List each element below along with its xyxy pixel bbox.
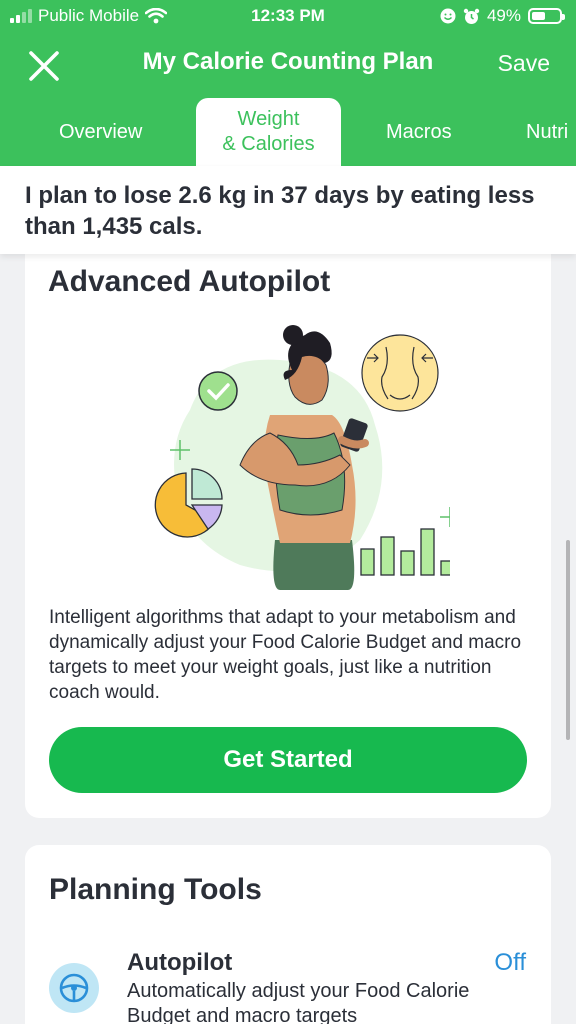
check-badge-icon <box>198 371 238 411</box>
waist-measure-icon <box>361 334 439 412</box>
planning-tools-title: Planning Tools <box>49 873 262 906</box>
steering-wheel-icon <box>49 963 99 1013</box>
tab-macros[interactable]: Macros <box>386 121 452 144</box>
smiley-icon <box>440 8 456 24</box>
advanced-autopilot-card: Advanced Autopilot Intelligent algorithm… <box>25 240 551 818</box>
autopilot-illustration <box>154 325 450 590</box>
get-started-button[interactable]: Get Started <box>49 727 527 793</box>
tab-nutrients[interactable]: Nutri <box>526 121 568 144</box>
bar-chart-icon <box>360 528 450 576</box>
tool-name: Autopilot <box>127 949 233 976</box>
alarm-icon <box>463 8 480 24</box>
plan-summary: I plan to lose 2.6 kg in 37 days by eati… <box>0 166 576 254</box>
battery-percent: 49% <box>486 6 521 25</box>
advanced-autopilot-title: Advanced Autopilot <box>48 265 331 298</box>
battery-fill <box>532 12 545 20</box>
scrollbar[interactable] <box>566 540 570 740</box>
battery-icon <box>528 8 565 24</box>
autopilot-toggle[interactable]: Off <box>494 949 526 977</box>
status-right: 49% <box>440 6 565 26</box>
autopilot-description: Intelligent algorithms that adapt to you… <box>49 607 522 703</box>
tab-weight-label-line1: Weight <box>237 108 300 130</box>
status-bar: Public Mobile 12:33 PM 49% <box>0 0 576 34</box>
tab-weight-calories[interactable]: Weight & Calories <box>196 98 341 167</box>
save-button[interactable]: Save <box>498 50 550 77</box>
planning-tools-card: Planning Tools Autopilot Automatically a… <box>25 845 551 1024</box>
tool-description: Automatically adjust your Food Calorie B… <box>127 980 470 1024</box>
tool-row-autopilot[interactable]: Autopilot Automatically adjust your Food… <box>25 945 551 1024</box>
page-title: My Calorie Counting Plan <box>142 48 434 75</box>
tab-overview[interactable]: Overview <box>59 121 142 144</box>
app-header: Public Mobile 12:33 PM 49% My Calorie Co… <box>0 0 576 167</box>
tab-weight-label-line2: & Calories <box>222 133 315 155</box>
